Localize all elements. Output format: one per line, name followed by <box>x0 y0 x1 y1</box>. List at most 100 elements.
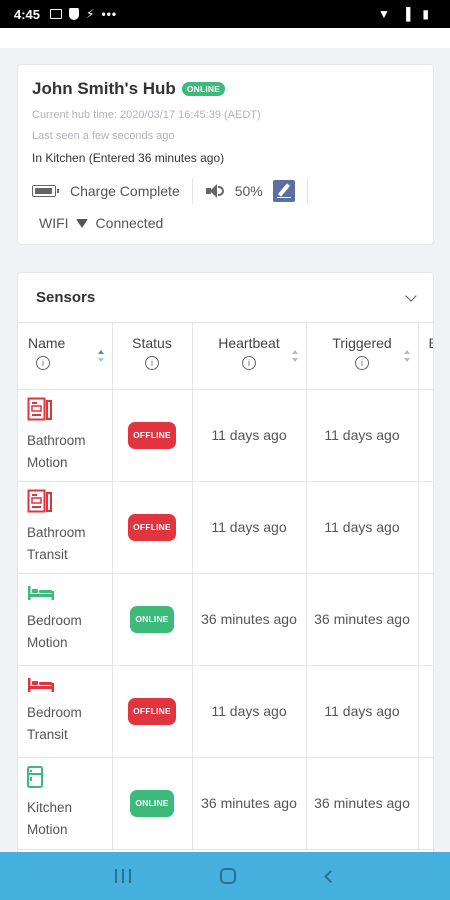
sensors-title: Sensors <box>36 289 96 306</box>
hub-card: John Smith's Hub ONLINE Current hub time… <box>17 64 434 245</box>
hub-time: Current hub time: 2020/03/17 16:45:39 (A… <box>32 109 261 121</box>
triggered-value: 11 days ago <box>324 518 400 535</box>
sensor-heartbeat-cell: 11 days ago <box>192 481 307 574</box>
sensor-extra-cell <box>418 757 433 850</box>
app-top-band <box>0 28 450 48</box>
heartbeat-value: 11 days ago <box>211 702 287 719</box>
edit-volume-button[interactable] <box>272 180 295 202</box>
status-badge: ONLINE <box>130 789 174 817</box>
sensor-status-cell: ONLINE <box>112 573 193 666</box>
status-bar: 4:45 ⚡ ••• ▼ ▐ ▮ <box>0 0 450 28</box>
kitchen-icon <box>27 765 112 795</box>
sort-icon[interactable] <box>97 350 104 362</box>
triggered-value: 11 days ago <box>324 702 400 719</box>
table-row[interactable]: Bathroom Motion OFFLINE 11 days ago 11 days… <box>18 389 433 482</box>
heartbeat-value: 36 minutes ago <box>201 610 297 627</box>
back-icon[interactable] <box>324 869 338 883</box>
triggered-value: 11 days ago <box>324 426 400 443</box>
sensor-status-cell: ONLINE <box>112 757 193 850</box>
column-header-partial[interactable]: B <box>418 323 433 390</box>
status-badge: OFFLINE <box>128 697 176 725</box>
home-icon[interactable] <box>220 868 237 884</box>
more-icon: ••• <box>101 7 118 21</box>
info-icon[interactable]: i <box>242 356 256 370</box>
sensor-name: Bedroom Transit <box>27 704 82 742</box>
table-row[interactable]: Bathroom Transit OFFLINE 11 days ago 11 day… <box>18 481 433 574</box>
hub-location: In Kitchen (Entered 36 minutes ago) <box>32 151 225 165</box>
column-header-status[interactable]: Status i <box>112 323 193 390</box>
heartbeat-value: 11 days ago <box>211 426 287 443</box>
sensor-name-cell[interactable]: Bathroom Transit <box>18 481 113 574</box>
wifi-icon <box>75 218 88 228</box>
status-badge: OFFLINE <box>128 513 176 541</box>
sensor-name: Bathroom Transit <box>27 524 86 562</box>
hub-status-badge: ONLINE <box>181 82 226 96</box>
sensor-name: Bedroom Motion <box>27 612 82 650</box>
sensor-extra-cell <box>418 481 433 574</box>
sensor-triggered-cell: 11 days ago <box>306 389 419 482</box>
table-row[interactable]: Bedroom Motion ONLINE 36 minutes ago 36 min… <box>18 573 433 666</box>
image-icon <box>50 9 63 19</box>
bed-icon <box>27 677 112 700</box>
sort-icon[interactable] <box>403 350 410 362</box>
heartbeat-value: 36 minutes ago <box>201 794 297 811</box>
bed-icon <box>27 585 112 608</box>
column-header-name[interactable]: Name i <box>18 323 113 390</box>
sensor-triggered-cell: 36 minutes ago <box>306 573 419 666</box>
nav-bar <box>0 852 450 900</box>
sensor-extra-cell <box>418 389 433 482</box>
column-header-triggered[interactable]: Triggered i <box>306 323 419 390</box>
sensor-name-cell[interactable]: Bedroom Transit <box>18 665 113 758</box>
chevron-down-icon[interactable] <box>405 289 417 302</box>
sensor-heartbeat-cell: 11 days ago <box>192 389 307 482</box>
wifi-icon: ▼ <box>377 7 390 21</box>
column-header-heartbeat[interactable]: Heartbeat i <box>192 323 307 390</box>
notification-icon: ⚡ <box>86 7 95 21</box>
info-icon[interactable]: i <box>36 356 50 370</box>
table-row[interactable]: Kitchen Motion ONLINE 36 minutes ago 36 min… <box>18 757 433 850</box>
sensor-extra-cell <box>418 665 433 758</box>
info-icon[interactable]: i <box>355 356 369 370</box>
hub-last-seen: Last seen a few seconds ago <box>32 130 175 142</box>
sensor-heartbeat-cell: 36 minutes ago <box>192 757 307 850</box>
sensor-heartbeat-cell: 11 days ago <box>192 665 307 758</box>
table-row[interactable]: Bedroom Transit OFFLINE 11 days ago 11 days… <box>18 665 433 758</box>
sensor-triggered-cell: 36 minutes ago <box>306 757 419 850</box>
battery-icon <box>32 185 59 197</box>
sensor-status-cell: OFFLINE <box>112 481 193 574</box>
status-time: 4:45 <box>14 6 41 22</box>
charge-status: Charge Complete <box>70 183 180 199</box>
status-badge: OFFLINE <box>128 421 176 449</box>
bath-icon <box>27 489 112 520</box>
sensors-header[interactable]: Sensors <box>18 273 433 323</box>
sensor-triggered-cell: 11 days ago <box>306 481 419 574</box>
sensor-name: Bathroom Motion <box>27 432 86 470</box>
status-badge: ONLINE <box>130 605 174 633</box>
sensor-name-cell[interactable]: Bathroom Motion <box>18 389 113 482</box>
bath-icon <box>27 397 112 428</box>
triggered-value: 36 minutes ago <box>314 610 410 627</box>
network-status: Connected <box>95 215 164 231</box>
sensor-name-cell[interactable]: Kitchen Motion <box>18 757 113 850</box>
hub-title: John Smith's Hub <box>32 79 176 98</box>
volume-icon <box>205 183 225 199</box>
sensor-name-cell[interactable]: Bedroom Motion <box>18 573 113 666</box>
heartbeat-value: 11 days ago <box>211 518 287 535</box>
sensor-name: Kitchen Motion <box>27 799 73 837</box>
triggered-value: 36 minutes ago <box>314 794 410 811</box>
sensors-card: Sensors Name i Status i Heartbeat i Trig… <box>17 272 434 900</box>
sensor-triggered-cell: 11 days ago <box>306 665 419 758</box>
volume-level: 50% <box>234 183 263 199</box>
sort-icon[interactable] <box>291 350 298 362</box>
sensor-extra-cell <box>418 573 433 666</box>
network-label: WIFI <box>39 215 69 231</box>
battery-icon: ▮ <box>422 7 429 21</box>
signal-icon: ▐ <box>401 7 411 21</box>
sensors-table: Name i Status i Heartbeat i Triggered i <box>18 323 433 850</box>
sensor-status-cell: OFFLINE <box>112 389 193 482</box>
recent-apps-icon[interactable] <box>114 869 131 883</box>
sensor-heartbeat-cell: 36 minutes ago <box>192 573 307 666</box>
sensor-status-cell: OFFLINE <box>112 665 193 758</box>
info-icon[interactable]: i <box>145 356 159 370</box>
shield-icon <box>69 8 80 20</box>
